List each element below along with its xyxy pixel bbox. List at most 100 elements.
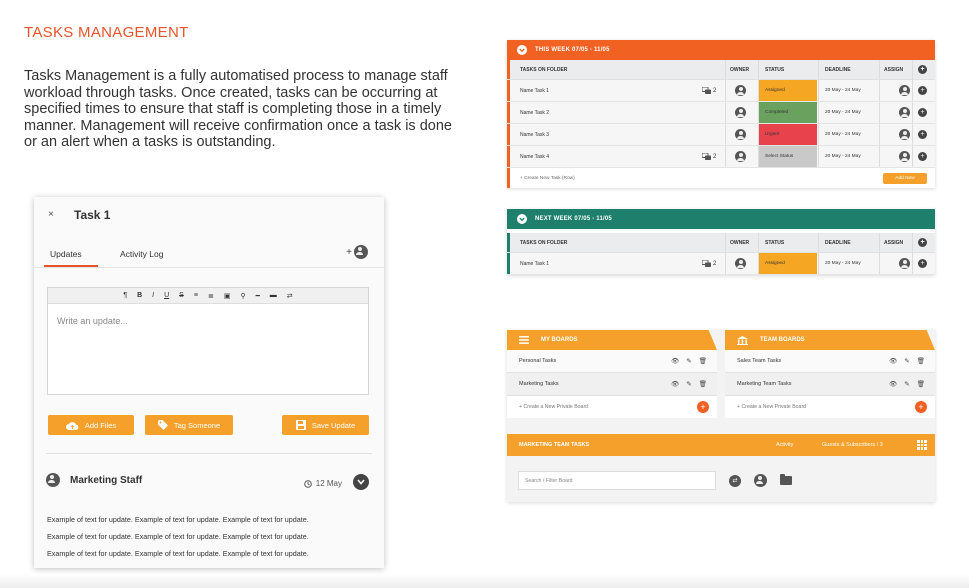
owner-avatar-icon[interactable]: [735, 129, 746, 140]
tag-icon: [157, 420, 168, 430]
trash-icon[interactable]: 🗑: [699, 357, 707, 365]
bold-icon[interactable]: B: [137, 292, 142, 299]
add-icon[interactable]: +: [918, 108, 927, 117]
assign-avatar-icon[interactable]: [899, 85, 910, 96]
board-item[interactable]: Personal Tasks 👁 ✎ 🗑: [507, 350, 717, 373]
filter-board-input[interactable]: Search / Filter Board: [518, 471, 716, 490]
create-task-row[interactable]: + Create New Task (Row) Add Now: [507, 168, 935, 188]
bulleted-list-icon[interactable]: ≡: [194, 292, 198, 299]
link-icon[interactable]: ⚲: [240, 292, 245, 300]
comments-count[interactable]: 2: [702, 260, 716, 267]
create-private-board[interactable]: + Create a New Private Board +: [507, 396, 717, 418]
activity-link[interactable]: Activity: [776, 442, 793, 448]
user-icon[interactable]: [754, 474, 767, 487]
add-icon[interactable]: +: [918, 130, 927, 139]
clear-format-icon[interactable]: ⇄: [287, 292, 293, 300]
strikethrough-icon[interactable]: S: [179, 292, 184, 299]
edit-icon[interactable]: ✎: [904, 380, 909, 388]
board-name: Marketing Team Tasks: [737, 381, 792, 387]
assign-avatar-icon[interactable]: [899, 151, 910, 162]
horizontal-rule-icon[interactable]: ━: [256, 292, 260, 300]
add-files-button[interactable]: Add Files: [48, 415, 134, 435]
create-private-board[interactable]: + Create a New Private Board +: [725, 396, 935, 418]
view-icon[interactable]: 👁: [889, 380, 897, 388]
trash-icon[interactable]: 🗑: [699, 380, 707, 388]
add-person-button[interactable]: +: [346, 245, 368, 259]
assign-avatar-icon[interactable]: [899, 129, 910, 140]
expand-chevron-icon[interactable]: [353, 474, 369, 490]
save-update-button[interactable]: Save Update: [282, 415, 369, 435]
tab-activity-log[interactable]: Activity Log: [120, 249, 163, 259]
owner-avatar-icon[interactable]: [735, 151, 746, 162]
divider: [725, 124, 726, 145]
create-board-link[interactable]: + Create a New Private Board: [737, 404, 806, 410]
update-text-line: Example of text for update. Example of t…: [47, 515, 309, 524]
image-icon[interactable]: ▣: [224, 292, 231, 300]
view-icon[interactable]: 👁: [671, 357, 679, 365]
comments-count[interactable]: 2: [702, 153, 716, 160]
status-badge[interactable]: Select Status: [759, 146, 817, 167]
add-icon[interactable]: +: [918, 152, 927, 161]
create-task-link[interactable]: + Create New Task (Row): [520, 176, 575, 181]
settings-toggle-icon[interactable]: ⇄: [729, 474, 741, 487]
table-row[interactable]: Name Task 4 2 Select Status 20 May - 24 …: [507, 146, 935, 168]
italic-icon[interactable]: I: [152, 292, 154, 299]
next-week-header[interactable]: NEXT WEEK 07/05 - 11/05: [507, 209, 935, 229]
underline-icon[interactable]: U: [164, 292, 169, 299]
divider: [758, 60, 759, 79]
assign-avatar-icon[interactable]: [899, 107, 910, 118]
owner-avatar-icon[interactable]: [735, 258, 746, 269]
deadline: 20 May - 24 May: [825, 110, 861, 115]
add-board-icon[interactable]: +: [915, 401, 927, 413]
add-icon[interactable]: +: [918, 86, 927, 95]
board-item[interactable]: Marketing Tasks 👁 ✎ 🗑: [507, 373, 717, 396]
edit-icon[interactable]: ✎: [686, 380, 691, 388]
guests-subscribers-link[interactable]: Guests & Subscribers / 3: [822, 442, 883, 448]
board-actions: 👁 ✎ 🗑: [889, 380, 925, 388]
owner-avatar-icon[interactable]: [735, 85, 746, 96]
table-row[interactable]: Name Task 2 Completed 20 May - 24 May +: [507, 102, 935, 124]
board-item[interactable]: Sales Team Tasks 👁 ✎ 🗑: [725, 350, 935, 373]
status-badge[interactable]: Assigned: [759, 253, 817, 274]
grid-menu-icon[interactable]: [917, 440, 927, 450]
chevron-down-icon[interactable]: [517, 214, 527, 224]
status-badge[interactable]: Assigned: [759, 80, 817, 101]
col-owner: OWNER: [730, 239, 750, 246]
close-icon[interactable]: ×: [48, 209, 54, 220]
table-row[interactable]: Name Task 1 2 Assigned 20 May - 24 May +: [507, 80, 935, 102]
chevron-down-icon[interactable]: [517, 45, 527, 55]
owner-avatar-icon[interactable]: [735, 107, 746, 118]
block-icon[interactable]: ▬: [270, 292, 277, 299]
numbered-list-icon[interactable]: ≣: [208, 292, 214, 300]
task-panel: × Task 1 Updates Activity Log + ¶ B I U …: [34, 197, 384, 568]
comments-count[interactable]: 2: [702, 87, 716, 94]
status-badge[interactable]: Urgent: [759, 124, 817, 145]
trash-icon[interactable]: 🗑: [917, 380, 925, 388]
folder-icon[interactable]: [780, 474, 792, 485]
table-row[interactable]: Name Task 3 Urgent 20 May - 24 May +: [507, 124, 935, 146]
add-icon[interactable]: +: [918, 259, 927, 268]
add-column-icon[interactable]: +: [918, 238, 927, 247]
add-board-icon[interactable]: +: [697, 401, 709, 413]
edit-icon[interactable]: ✎: [686, 357, 691, 365]
table-row[interactable]: Name Task 1 2 Assigned 20 May - 24 May +: [507, 253, 935, 275]
divider: [879, 233, 880, 252]
view-icon[interactable]: 👁: [889, 357, 897, 365]
add-column-icon[interactable]: +: [918, 65, 927, 74]
board-actions: 👁 ✎ 🗑: [671, 357, 707, 365]
view-icon[interactable]: 👁: [671, 380, 679, 388]
list-icon: [519, 336, 529, 344]
tab-updates[interactable]: Updates: [44, 249, 98, 267]
tag-someone-button[interactable]: Tag Someone: [145, 415, 233, 435]
create-board-link[interactable]: + Create a New Private Board: [519, 404, 588, 410]
board-item[interactable]: Marketing Team Tasks 👁 ✎ 🗑: [725, 373, 935, 396]
boards-panel: MY BOARDS Personal Tasks 👁 ✎ 🗑 Marketing T…: [507, 330, 935, 502]
this-week-header[interactable]: THIS WEEK 07/05 - 11/05: [507, 40, 935, 60]
update-editor[interactable]: ¶ B I U S ≡ ≣ ▣ ⚲ ━ ▬ ⇄ Write an update.…: [47, 287, 369, 395]
assign-avatar-icon[interactable]: [899, 258, 910, 269]
add-now-button[interactable]: Add Now: [883, 172, 927, 184]
trash-icon[interactable]: 🗑: [917, 357, 925, 365]
paragraph-icon[interactable]: ¶: [123, 292, 127, 299]
status-badge[interactable]: Completed: [759, 102, 817, 123]
edit-icon[interactable]: ✎: [904, 357, 909, 365]
